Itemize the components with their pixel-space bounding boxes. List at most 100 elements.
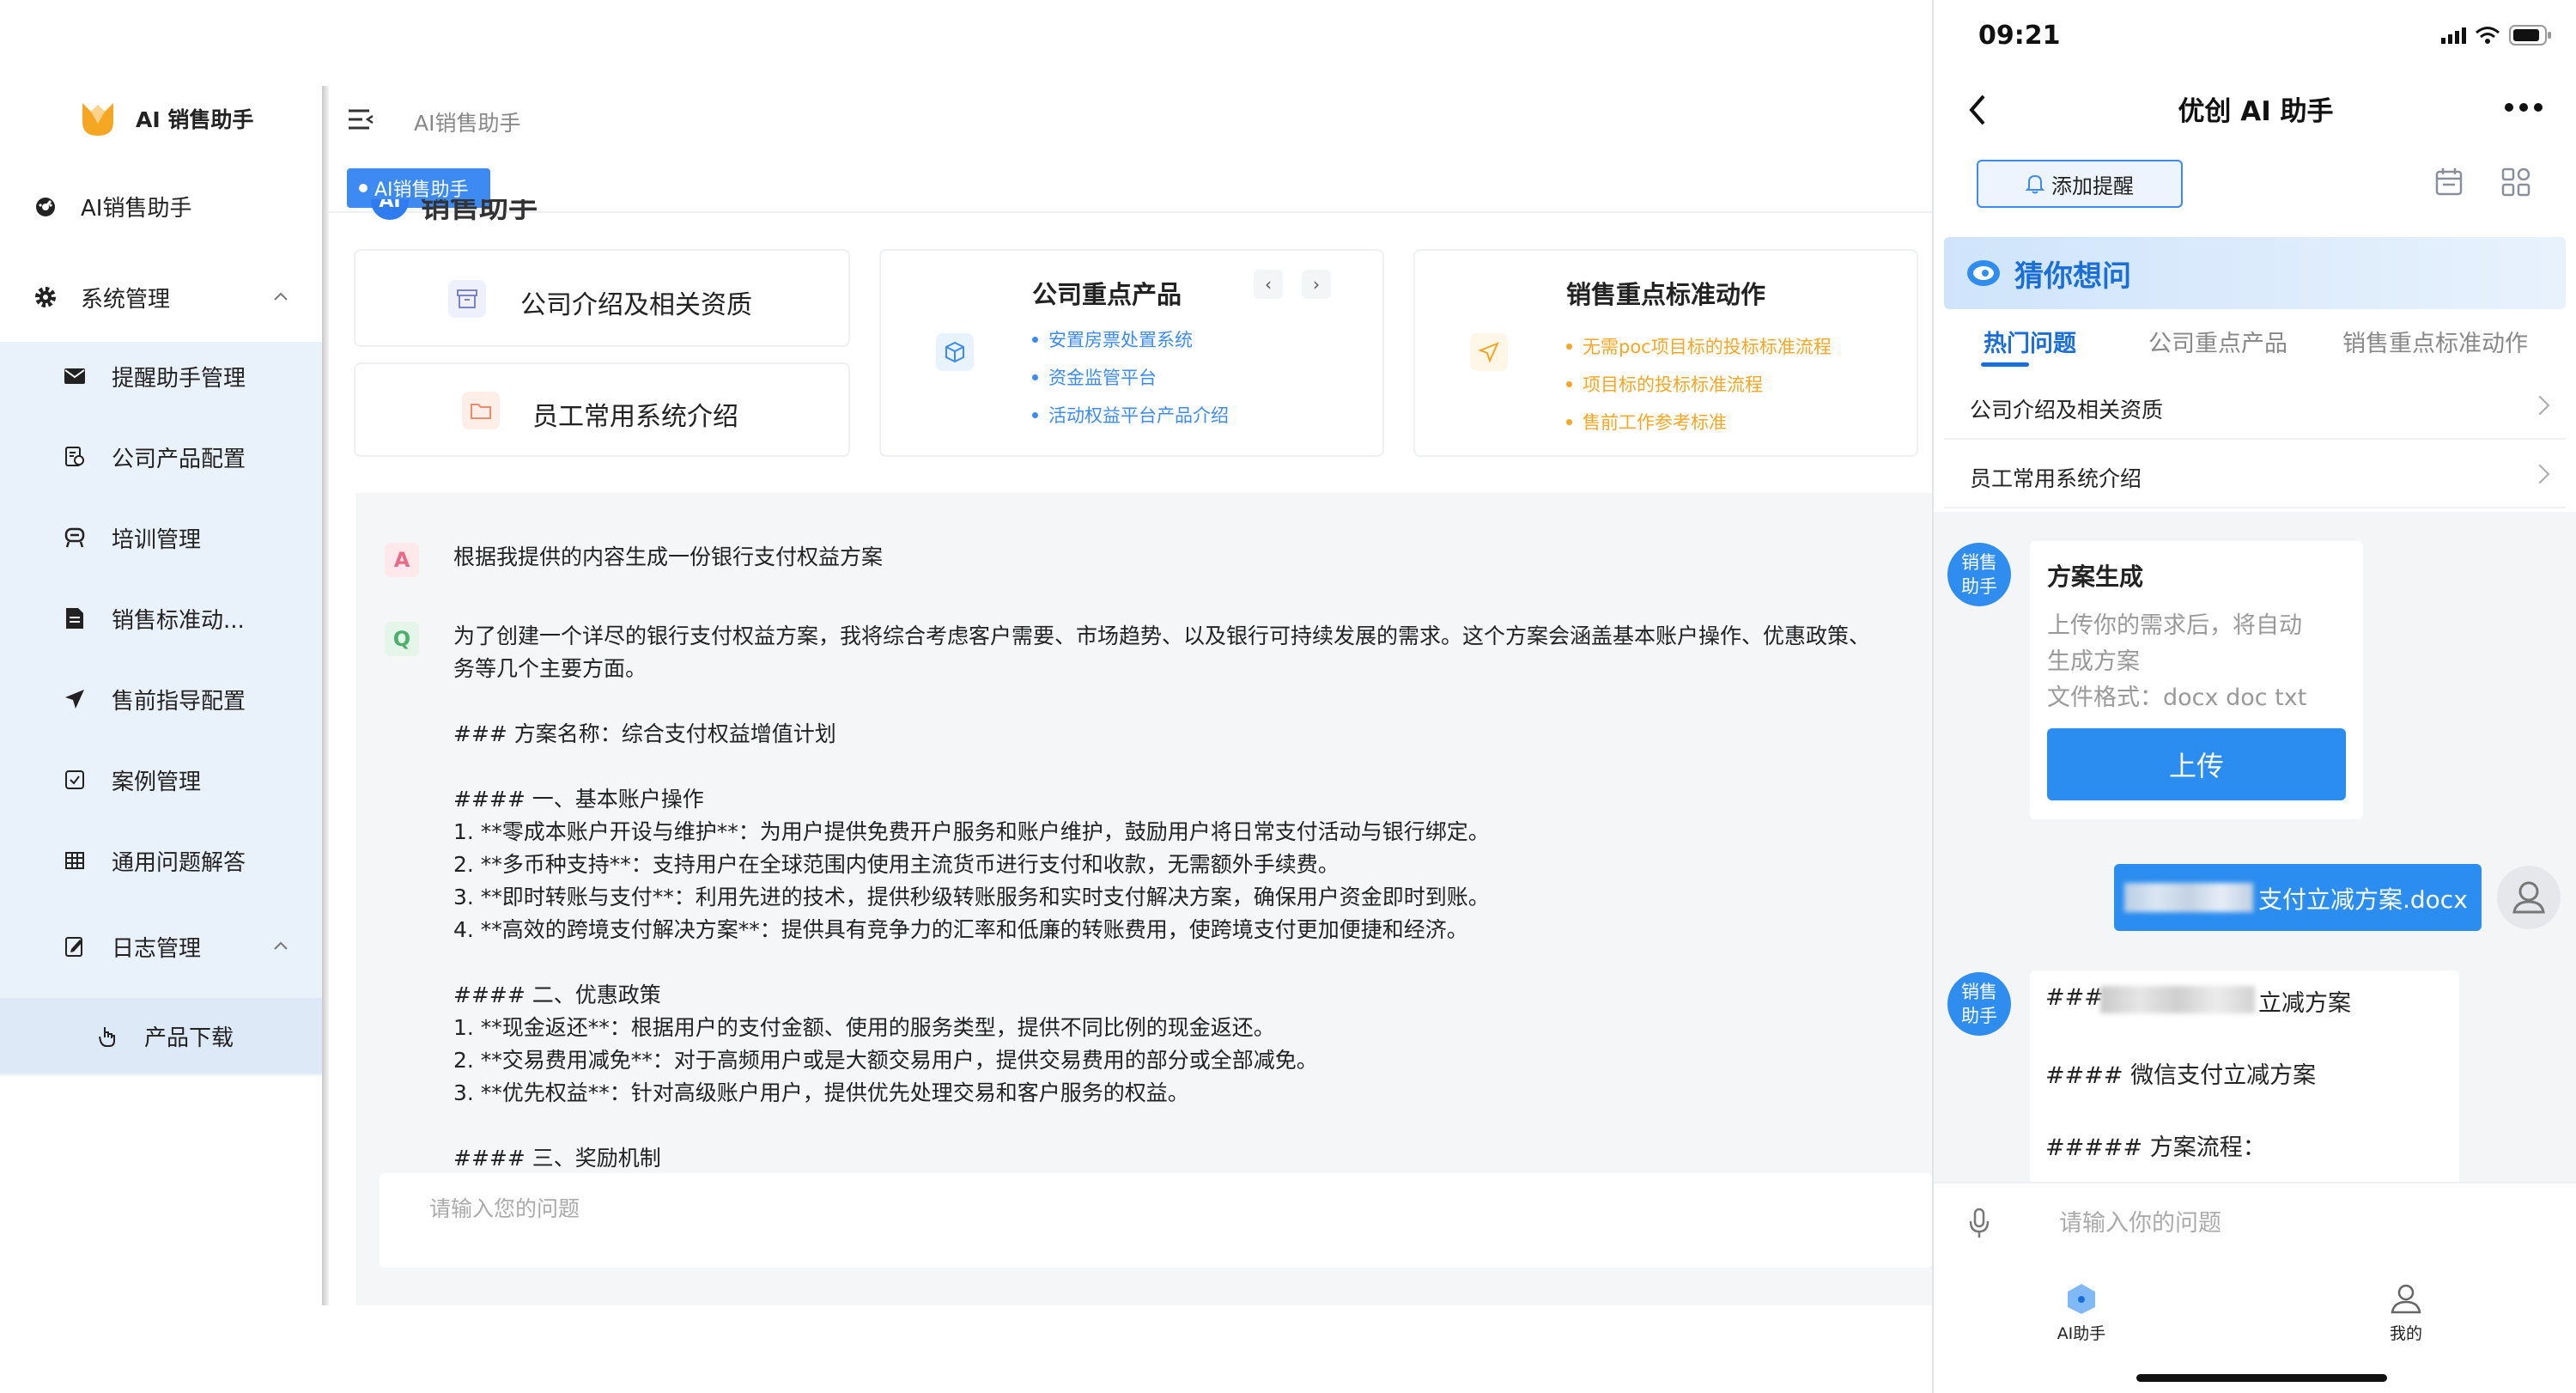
more-icon[interactable] [2504,101,2543,113]
answer-line: 为了创建一个详尽的银行支付权益方案，我将综合考虑客户需要、市场趋势、以及银行可持… [453,624,1871,648]
product-item[interactable]: 活动权益平台产品介绍 [1032,402,1229,428]
active-tab-indicator [1981,362,2029,367]
redacted-text [2100,986,2255,1013]
hot-question-label: 公司介绍及相关资质 [1970,398,2164,423]
tab-label: 我的 [2389,1324,2422,1343]
answer-text: 为了创建一个详尽的银行支付权益方案，我将综合考虑客户需要、市场趋势、以及银行可持… [453,620,1870,1171]
sidebar-item-label: AI销售助手 [81,195,192,222]
active-dot [359,184,368,192]
prev-button[interactable]: ‹ [1254,270,1283,299]
log-submenu: 产品下载 [0,998,322,1074]
action-item[interactable]: 售前工作参考标准 [1566,409,1727,435]
add-reminder-button[interactable]: 添加提醒 [1977,160,2183,208]
phone-question-input[interactable]: 请输入你的问题 [2059,1204,2221,1238]
upload-button[interactable]: 上传 [2047,728,2346,800]
guess-title: 猜你想问 [2014,259,2131,294]
reply-bubble: ### 立减方案 #### 微信支付立减方案 ##### 方案流程： [2030,970,2459,1182]
tab-ai-assistant[interactable]: AI助手 [2047,1276,2116,1345]
card-company-intro[interactable]: 公司介绍及相关资质 [354,249,850,347]
tab-label: AI助手 [2057,1324,2106,1343]
apps-icon[interactable] [2500,167,2531,198]
bot-avatar-label: 销售 助手 [1961,552,1997,597]
answer-line: 务等几个主要方面。 [453,656,647,681]
user-avatar [2497,866,2561,929]
phone-input-bar: 请输入你的问题 [1934,1182,2576,1268]
sidebar-item-product-download[interactable]: 产品下载 [0,1001,322,1070]
microphone-icon[interactable] [1968,1207,1990,1240]
next-button[interactable]: › [1302,270,1331,299]
sidebar-item-label: 销售标准动... [112,607,245,634]
system-submenu: 提醒助手管理 公司产品配置 培训管理 销售标准动... 售前指导配置 案例管理 [0,342,322,1075]
sidebar-item-label: 日志管理 [112,935,202,962]
bell-icon [2026,174,2044,194]
action-item[interactable]: 项目标的投标标准流程 [1566,371,1763,397]
breadcrumb: AI销售助手 [414,111,521,136]
paper-plane-icon [1470,333,1508,371]
wifi-icon [2476,27,2500,44]
product-config-icon [62,444,88,470]
mail-icon [62,363,88,389]
hot-question-item[interactable]: 公司介绍及相关资质 [1944,374,2566,440]
plan-title: 方案生成 [2047,563,2144,591]
answer-line [453,1110,1870,1142]
plan-description: 上传你的需求后，将自动 生成方案 文件格式：docx doc txt [2047,612,2307,711]
grid-icon [62,848,88,873]
checkbox-icon [62,767,88,793]
question-input[interactable]: 请输入您的问题 [380,1173,1932,1268]
file-message[interactable]: 支付立减方案.docx [2114,864,2482,931]
chevron-right-icon [2530,395,2550,416]
sidebar-item-logs[interactable]: 日志管理 [0,912,322,981]
folder-icon [462,392,500,429]
sidebar-item-label: 培训管理 [112,526,202,553]
sidebar-item-reminder[interactable]: 提醒助手管理 [0,342,322,411]
answer-line: #### 一、基本账户操作 [453,787,704,812]
plan-card: 方案生成 上传你的需求后，将自动 生成方案 文件格式：docx doc txt … [2030,541,2363,819]
file-name: 支付立减方案.docx [2258,885,2468,914]
tab-products[interactable]: 公司重点产品 [2148,325,2287,358]
answer-badge: Q [385,622,419,656]
sidebar-item-presales[interactable]: 售前指导配置 [0,665,322,733]
brand-name: AI 销售助手 [136,107,254,132]
reply-line: #### 微信支付立减方案 [2045,1062,2317,1089]
hot-question-label: 员工常用系统介绍 [1970,466,2142,491]
tab-mine[interactable]: 我的 [2372,1276,2440,1345]
sidebar-item-label: 提醒助手管理 [112,365,246,392]
tab-sales-actions[interactable]: 销售重点标准动作 [2342,325,2528,358]
sidebar-item-label: 通用问题解答 [112,849,246,876]
tab-hot[interactable]: 热门问题 [1984,325,2076,358]
product-item[interactable]: 资金监管平台 [1032,364,1157,390]
sidebar-item-label: 系统管理 [81,286,171,313]
user-icon [2512,881,2545,914]
sidebar: AI 销售助手 AI销售助手 系统管理 提醒助手管理 公司产品配置 培训管理 销… [0,0,322,1305]
sidebar-item-product-config[interactable]: 公司产品配置 [0,423,322,491]
sidebar-item-sales-standard[interactable]: 销售标准动... [0,584,322,653]
status-time: 09:21 [1978,21,2061,51]
bot-avatar-label: 销售 助手 [1961,982,1997,1026]
question-badge: A [385,543,419,577]
sidebar-item-training[interactable]: 培训管理 [0,503,322,572]
answer-line: 1. **现金返还**：根据用户的支付金额、使用的服务类型，提供不同比例的现金返… [453,1015,1275,1040]
answer-line: 4. **高效的跨境支付解决方案**：提供具有竞争力的汇率和低廉的转账费用，使跨… [453,917,1468,942]
card-employee-systems[interactable]: 员工常用系统介绍 [354,362,850,457]
answer-line: 3. **即时转账与支付**：利用先进的技术，提供秒级转账服务和实时支付解决方案… [453,885,1490,909]
home-indicator [2136,1374,2387,1382]
gear-icon [33,284,58,310]
card-title: 员工常用系统介绍 [532,402,738,432]
redacted-text [2124,883,2253,912]
calendar-icon[interactable] [2433,167,2464,198]
answer-line [453,685,1870,718]
sidebar-item-cases[interactable]: 案例管理 [0,745,322,814]
hot-question-item[interactable]: 员工常用系统介绍 [1944,443,2566,508]
sidebar-item-system[interactable]: 系统管理 [0,263,322,332]
bot-eye-icon [1967,260,2000,286]
menu-fold-icon[interactable] [347,108,374,131]
product-item[interactable]: 安置房票处置系统 [1032,326,1193,352]
signal-icon [2441,27,2466,44]
card-title: 公司介绍及相关资质 [520,290,752,320]
send-icon [62,686,88,712]
title-text: 销售助手 [421,199,538,225]
action-item[interactable]: 无需poc项目标的投标标准流程 [1566,333,1832,359]
home-icon [2068,1284,2095,1314]
sidebar-item-faq[interactable]: 通用问题解答 [0,826,322,895]
sidebar-item-ai-assistant[interactable]: AI销售助手 [0,172,322,240]
